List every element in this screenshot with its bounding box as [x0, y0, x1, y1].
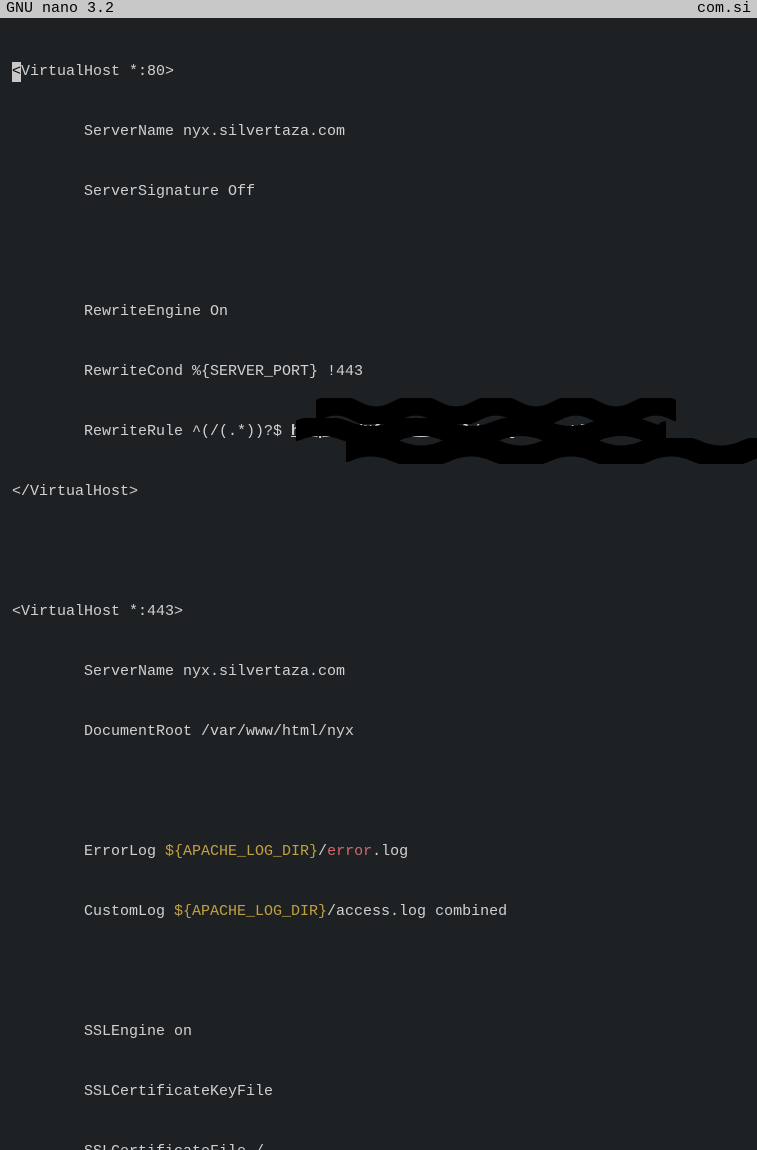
text-cursor: <	[12, 62, 21, 82]
code-line	[0, 242, 757, 262]
code-line: </VirtualHost>	[0, 482, 757, 502]
code-line: ServerName nyx.silvertaza.com	[0, 662, 757, 682]
code-line: SSLCertificateFile /	[0, 1142, 757, 1150]
code-line: ErrorLog ${APACHE_LOG_DIR}/error.log	[0, 842, 757, 862]
code-line: RewriteEngine On	[0, 302, 757, 322]
editor-name-version: GNU nano 3.2	[6, 0, 114, 18]
code-line: RewriteCond %{SERVER_PORT} !443	[0, 362, 757, 382]
editor-textarea[interactable]: <VirtualHost *:80> ServerName nyx.silver…	[0, 18, 757, 1150]
code-line: <VirtualHost *:443>	[0, 602, 757, 622]
code-line: DocumentRoot /var/www/html/nyx	[0, 722, 757, 742]
code-line: ServerSignature Off	[0, 182, 757, 202]
code-line: SSLCertificateKeyFile	[0, 1082, 757, 1102]
editor-titlebar: GNU nano 3.2 com.si	[0, 0, 757, 18]
editor-filename-partial: com.si	[697, 0, 751, 18]
code-line	[0, 542, 757, 562]
code-line: SSLEngine on	[0, 1022, 757, 1042]
code-line	[0, 782, 757, 802]
code-line: CustomLog ${APACHE_LOG_DIR}/access.log c…	[0, 902, 757, 922]
code-line: <VirtualHost *:80>	[0, 62, 757, 82]
code-line: ServerName nyx.silvertaza.com	[0, 122, 757, 142]
redaction-scribble	[260, 398, 630, 424]
code-line: RewriteRule ^(/(.*))?$ https://%{HTTP_HO…	[0, 422, 757, 442]
code-line	[0, 962, 757, 982]
